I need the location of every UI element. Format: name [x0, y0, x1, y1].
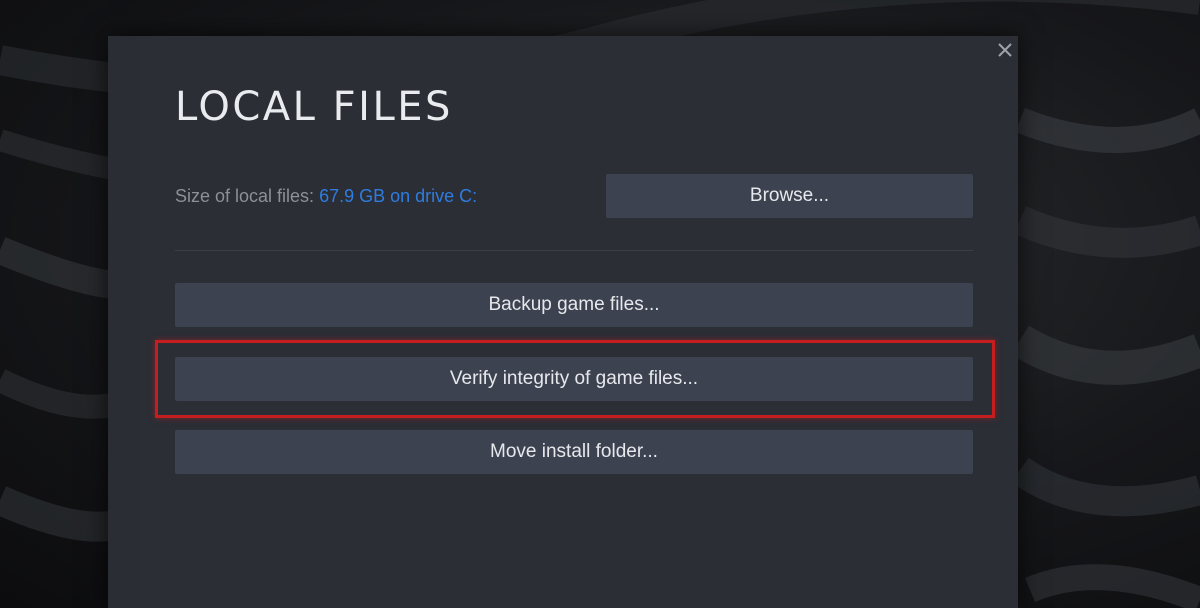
size-value-link[interactable]: 67.9 GB on drive C:: [319, 186, 477, 206]
dialog-title: LOCAL FILES: [175, 84, 453, 130]
divider: [175, 250, 973, 251]
desktop-background: LOCAL FILES Size of local files: 67.9 GB…: [0, 0, 1200, 608]
size-label: Size of local files:: [175, 186, 315, 206]
close-icon: [998, 43, 1012, 57]
verify-integrity-button[interactable]: Verify integrity of game files...: [175, 357, 973, 401]
browse-button[interactable]: Browse...: [606, 174, 973, 218]
backup-game-files-button[interactable]: Backup game files...: [175, 283, 973, 327]
local-files-size: Size of local files: 67.9 GB on drive C:: [175, 186, 477, 207]
move-install-folder-button[interactable]: Move install folder...: [175, 430, 973, 474]
close-button[interactable]: [993, 38, 1017, 62]
